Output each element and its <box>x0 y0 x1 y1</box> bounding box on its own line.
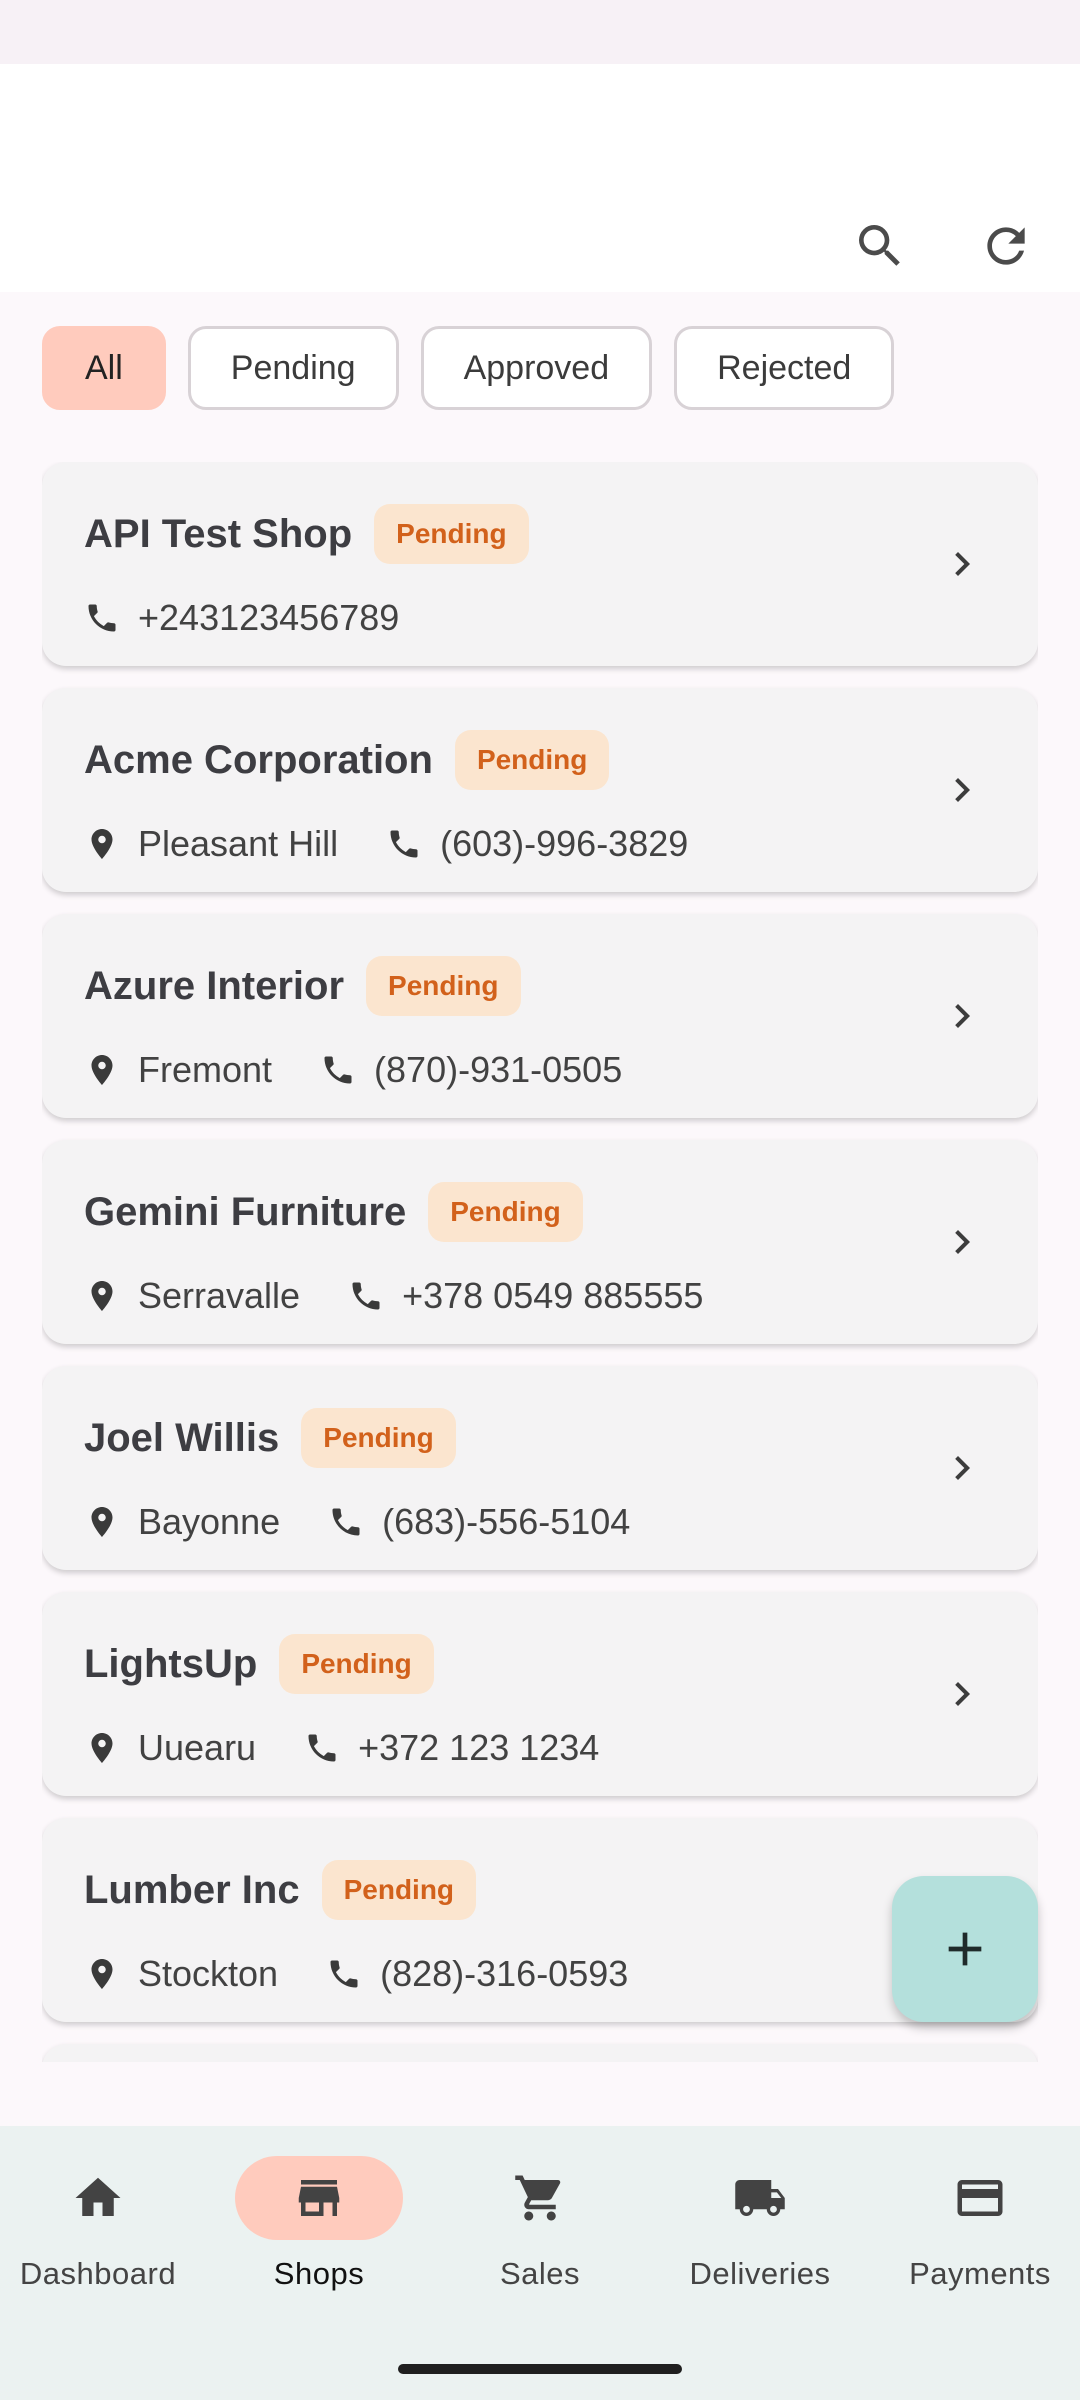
shop-phone: +243123456789 <box>84 597 399 639</box>
filter-chip-approved[interactable]: Approved <box>420 326 653 410</box>
chevron-right-icon <box>938 992 986 1040</box>
phone-icon <box>324 1056 352 1084</box>
chevron-right-icon <box>938 1670 986 1718</box>
shop-name: API Test Shop <box>84 511 353 556</box>
shop-card[interactable]: LightsUp Pending Uuearu +372 123 1234 <box>42 1592 1038 1796</box>
location-pin-icon <box>91 1733 113 1763</box>
shop-phone: +378 0549 885555 <box>348 1275 703 1317</box>
phone-icon <box>352 1282 380 1310</box>
phone-text: (683)-556-5104 <box>382 1501 631 1542</box>
status-badge: Pending <box>301 1408 456 1468</box>
shop-name: Azure Interior <box>84 963 345 1008</box>
phone-icon <box>330 1960 358 1988</box>
nav-item-dashboard[interactable]: Dashboard <box>0 2156 206 2316</box>
shop-card-partial[interactable] <box>42 2044 1038 2062</box>
nav-label: Dashboard <box>19 2256 177 2291</box>
status-filter-chips: All Pending Approved Rejected <box>42 326 895 410</box>
refresh-button[interactable] <box>964 204 1048 288</box>
shop-name: LightsUp <box>84 1641 258 1686</box>
shop-name: Joel Willis <box>84 1415 280 1460</box>
shop-name: Gemini Furniture <box>84 1189 407 1234</box>
shop-card[interactable]: API Test Shop Pending +243123456789 <box>42 462 1038 666</box>
phone-text: +378 0549 885555 <box>402 1275 704 1316</box>
location-text: Bayonne <box>138 1501 281 1542</box>
filter-chip-rejected[interactable]: Rejected <box>674 326 895 410</box>
add-shop-fab[interactable] <box>892 1876 1038 2022</box>
location-pin-icon <box>91 1055 113 1085</box>
shop-card[interactable]: Lumber Inc Pending Stockton (828)-316-05… <box>42 1818 1038 2022</box>
status-bar <box>0 0 1080 64</box>
shop-location: Stockton <box>84 1953 278 1995</box>
shop-location: Serravalle <box>84 1275 300 1317</box>
shop-name: Acme Corporation <box>84 737 433 782</box>
home-icon <box>75 2177 121 2216</box>
location-pin-icon <box>91 1281 113 1311</box>
nav-item-sales[interactable]: Sales <box>432 2156 648 2316</box>
shop-card[interactable]: Gemini Furniture Pending Serravalle +378… <box>42 1140 1038 1344</box>
nav-label: Payments <box>909 2256 1051 2291</box>
shop-card[interactable]: Azure Interior Pending Fremont (870)-931… <box>42 914 1038 1118</box>
status-badge: Pending <box>321 1860 477 1920</box>
nav-label: Deliveries <box>689 2256 831 2291</box>
filter-chip-pending[interactable]: Pending <box>187 326 399 410</box>
location-text: Pleasant Hill <box>138 823 339 864</box>
phone-icon <box>308 1734 336 1762</box>
status-badge: Pending <box>366 956 521 1016</box>
refresh-icon <box>987 227 1025 265</box>
search-icon <box>859 225 900 266</box>
location-text: Uuearu <box>138 1727 257 1768</box>
filter-chip-all[interactable]: All <box>42 326 166 410</box>
nav-item-deliveries[interactable]: Deliveries <box>652 2156 868 2316</box>
shop-phone: (683)-556-5104 <box>328 1501 630 1543</box>
chevron-right-icon <box>938 540 986 588</box>
chevron-right-icon <box>938 766 986 814</box>
status-badge: Pending <box>454 730 610 790</box>
shopping-cart-icon <box>515 2175 561 2221</box>
truck-icon <box>735 2180 785 2216</box>
nav-label: Sales <box>499 2256 581 2291</box>
phone-text: +243123456789 <box>138 597 400 638</box>
location-text: Fremont <box>138 1049 273 1090</box>
location-pin-icon <box>91 1959 113 1989</box>
shop-location: Pleasant Hill <box>84 823 338 865</box>
phone-icon <box>390 830 418 858</box>
shop-location: Fremont <box>84 1049 272 1091</box>
status-badge: Pending <box>428 1182 583 1242</box>
app-bar <box>0 64 1080 292</box>
phone-text: (603)-996-3829 <box>440 823 689 864</box>
nav-item-shops[interactable]: Shops <box>211 2156 427 2316</box>
location-pin-icon <box>91 1507 113 1537</box>
phone-text: (828)-316-0593 <box>380 1953 629 1994</box>
shop-phone: (870)-931-0505 <box>320 1049 622 1091</box>
shop-phone: (828)-316-0593 <box>326 1953 628 1995</box>
phone-icon <box>88 604 116 632</box>
chevron-right-icon <box>938 1218 986 1266</box>
shop-list: API Test Shop Pending +243123456789 Acme… <box>42 462 1038 2062</box>
shop-phone: (603)-996-3829 <box>386 823 688 865</box>
status-badge: Pending <box>279 1634 434 1694</box>
shop-card[interactable]: Joel Willis Pending Bayonne (683)-556-51… <box>42 1366 1038 1570</box>
bottom-navigation: Dashboard Shops Sales Deliveries Payment… <box>0 2126 1080 2400</box>
phone-text: (870)-931-0505 <box>374 1049 623 1090</box>
plus-icon <box>948 1932 982 1966</box>
nav-item-payments[interactable]: Payments <box>872 2156 1080 2316</box>
shop-location: Uuearu <box>84 1727 256 1769</box>
location-pin-icon <box>91 829 113 859</box>
shop-location: Bayonne <box>84 1501 280 1543</box>
status-badge: Pending <box>374 504 529 564</box>
location-text: Stockton <box>138 1953 279 1994</box>
shop-phone: +372 123 1234 <box>304 1727 599 1769</box>
location-text: Serravalle <box>138 1275 301 1316</box>
store-icon <box>298 2180 340 2216</box>
shop-card[interactable]: Acme Corporation Pending Pleasant Hill (… <box>42 688 1038 892</box>
search-button[interactable] <box>838 204 922 288</box>
chevron-right-icon <box>938 1444 986 1492</box>
shop-name: Lumber Inc <box>84 1867 300 1912</box>
phone-text: +372 123 1234 <box>358 1727 600 1768</box>
credit-card-icon <box>957 2180 1003 2216</box>
gesture-bar <box>398 2364 682 2374</box>
nav-label: Shops <box>273 2256 365 2291</box>
phone-icon <box>332 1508 360 1536</box>
